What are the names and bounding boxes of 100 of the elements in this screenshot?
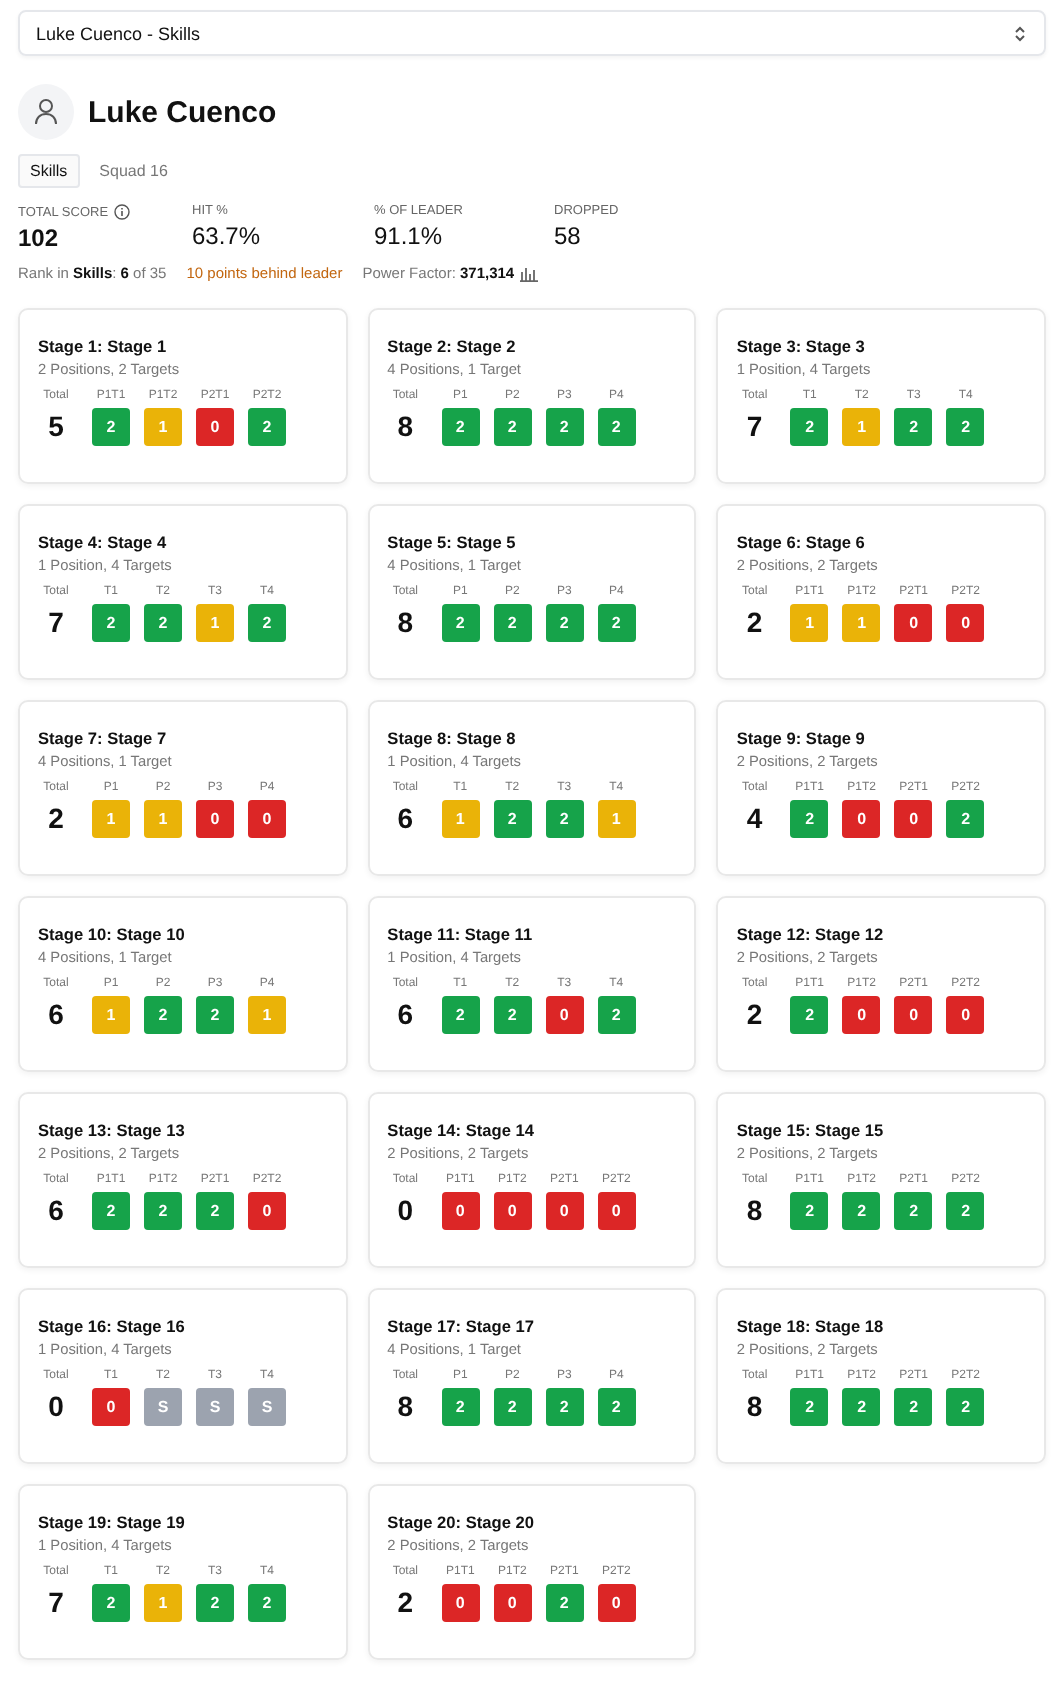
stage-title: Stage 4: Stage 4 (38, 532, 169, 552)
score-chip: 2 (790, 1192, 829, 1230)
score-chip: 2 (946, 1388, 985, 1426)
score-chip: 2 (441, 408, 480, 446)
score-chip: 2 (894, 1192, 933, 1230)
score-chip: 0 (248, 1192, 286, 1230)
shooter-name: Luke Cuenco (88, 95, 277, 129)
score-chip: S (196, 1388, 234, 1426)
score-chip: 2 (946, 800, 985, 838)
stat-value: 91.1% (374, 222, 445, 250)
score-chip: 1 (92, 996, 130, 1034)
score-chip: 1 (790, 604, 829, 642)
score-chip: 2 (790, 1388, 829, 1426)
stage-total: 8 (397, 604, 414, 642)
stage-title: Stage 20: Stage 20 (387, 1512, 536, 1532)
score-chip: 2 (493, 1388, 532, 1426)
score-chip: 2 (441, 996, 480, 1034)
stage-title: Stage 6: Stage 6 (736, 532, 867, 552)
stage-total: 6 (397, 996, 414, 1034)
score-chip: 2 (894, 1388, 933, 1426)
score-chip: 2 (597, 996, 636, 1034)
stage-title: Stage 18: Stage 18 (736, 1316, 886, 1336)
score-chip: 0 (946, 604, 985, 642)
score-chip: 2 (248, 604, 286, 642)
score-chip: 2 (493, 604, 532, 642)
score-chip: 0 (894, 800, 933, 838)
stage-title: Stage 11: Stage 11 (387, 924, 535, 944)
stage-title: Stage 8: Stage 8 (387, 728, 518, 748)
stage-total: 5 (48, 408, 64, 446)
stage-total: 2 (48, 800, 64, 838)
stat-value: 63.7% (192, 222, 263, 250)
stage-title: Stage 9: Stage 9 (736, 728, 867, 748)
stage-title: Stage 14: Stage 14 (387, 1120, 536, 1140)
score-chip: 2 (842, 1192, 881, 1230)
score-chip: 1 (441, 800, 480, 838)
score-chip: 2 (946, 1192, 985, 1230)
score-chip: 2 (946, 408, 985, 446)
score-chip: 0 (545, 996, 584, 1034)
score-chip: 2 (545, 408, 584, 446)
score-chip: 2 (493, 800, 532, 838)
score-chip: 2 (790, 800, 829, 838)
score-chip: 0 (894, 996, 933, 1034)
stage-total: 4 (746, 800, 763, 838)
bar-chart-icon[interactable] (520, 265, 539, 281)
score-chip: 1 (248, 996, 286, 1034)
score-chip: 2 (92, 1192, 130, 1230)
stage-total: 2 (746, 996, 763, 1034)
stage-total: 8 (397, 1388, 414, 1426)
stage-total: 2 (397, 1584, 414, 1622)
score-chip: 0 (493, 1192, 532, 1230)
stat-value: 58 (554, 222, 583, 250)
score-chip: 1 (842, 604, 881, 642)
score-chip: S (248, 1388, 286, 1426)
tab[interactable]: Squad 16 (87, 154, 180, 188)
score-chip: 2 (597, 604, 636, 642)
score-chip: 0 (946, 996, 985, 1034)
score-chip: 2 (597, 1388, 636, 1426)
score-chip: 2 (92, 408, 130, 446)
stage-total: 8 (746, 1388, 763, 1426)
score-chip: 0 (894, 604, 933, 642)
chevron-updown-icon (1012, 23, 1028, 43)
stage-total: 6 (397, 800, 414, 838)
score-chip: 2 (248, 1584, 286, 1622)
score-chip: 2 (493, 996, 532, 1034)
shooter-select[interactable]: Luke Cuenco - Skills (18, 10, 1046, 56)
score-chip: 2 (790, 408, 829, 446)
score-chip: 2 (842, 1388, 881, 1426)
score-chip: 0 (441, 1584, 480, 1622)
score-chip: 1 (842, 408, 881, 446)
score-chip: 2 (144, 1192, 182, 1230)
stage-total: 6 (48, 1192, 64, 1230)
score-chip: 2 (441, 604, 480, 642)
score-chip: 1 (196, 604, 234, 642)
stat-value: 102 (18, 224, 61, 252)
score-chip: 2 (196, 1584, 234, 1622)
score-chip: 1 (144, 1584, 182, 1622)
score-chip: 0 (842, 996, 881, 1034)
score-chip: 0 (597, 1192, 636, 1230)
stage-title: Stage 2: Stage 2 (387, 336, 518, 356)
score-chip: 2 (545, 1388, 584, 1426)
stage-title: Stage 7: Stage 7 (38, 728, 169, 748)
score-chip: 2 (894, 408, 933, 446)
score-chip: 2 (92, 604, 130, 642)
stage-title: Stage 12: Stage 12 (736, 924, 886, 944)
info-icon[interactable] (114, 204, 131, 220)
score-chip: S (144, 1388, 182, 1426)
score-chip: 0 (196, 800, 234, 838)
score-chip: 2 (545, 1584, 584, 1622)
score-chip: 2 (144, 604, 182, 642)
tab[interactable]: Skills (18, 154, 80, 188)
score-chip: 0 (545, 1192, 584, 1230)
stage-total: 7 (48, 1584, 64, 1622)
score-chip: 0 (842, 800, 881, 838)
score-chip: 0 (597, 1584, 636, 1622)
score-chip: 2 (545, 800, 584, 838)
stage-total: 8 (746, 1192, 763, 1230)
stage-total: 7 (48, 604, 64, 642)
stage-title: Stage 19: Stage 19 (38, 1512, 187, 1532)
score-chip: 1 (144, 800, 182, 838)
stage-title: Stage 5: Stage 5 (387, 532, 518, 552)
